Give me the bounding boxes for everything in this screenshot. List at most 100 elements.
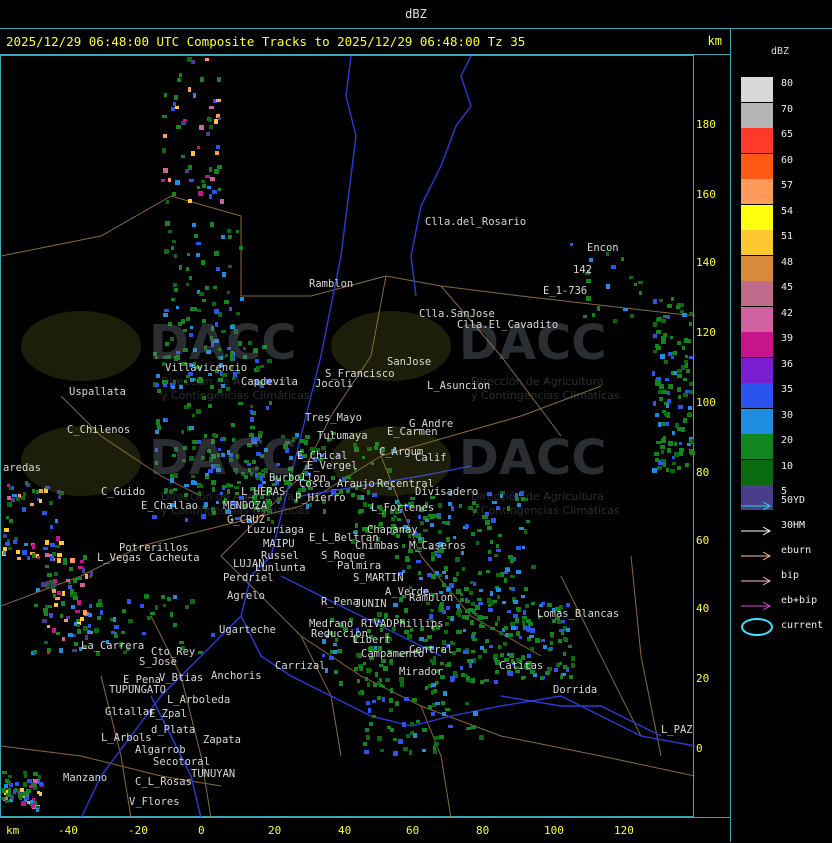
radar-echo bbox=[196, 242, 201, 245]
radar-echo bbox=[478, 615, 483, 620]
radar-echo bbox=[30, 800, 33, 804]
radar-echo bbox=[667, 391, 670, 395]
x-tick-label: 0 bbox=[198, 824, 205, 837]
radar-echo bbox=[53, 594, 56, 598]
radar-echo bbox=[96, 603, 101, 607]
radar-echo bbox=[505, 568, 510, 572]
radar-echo bbox=[680, 310, 684, 313]
radar-echo bbox=[173, 283, 177, 287]
radar-echo bbox=[163, 168, 168, 173]
radar-echo bbox=[74, 622, 77, 626]
radar-echo bbox=[209, 106, 214, 109]
place-label: Manzano bbox=[63, 772, 108, 784]
dbz-swatch bbox=[741, 332, 773, 357]
x-tick-label: 80 bbox=[476, 824, 490, 837]
radar-echo bbox=[337, 649, 342, 653]
radar-echo bbox=[661, 340, 666, 344]
radar-echo bbox=[666, 422, 669, 426]
place-label: Calif bbox=[415, 452, 447, 464]
radar-echo bbox=[88, 613, 92, 617]
radar-echo bbox=[122, 609, 126, 613]
radar-echo bbox=[652, 468, 657, 473]
radar-echo bbox=[478, 655, 482, 659]
radar-echo bbox=[214, 169, 219, 174]
dbz-swatch bbox=[741, 102, 773, 128]
radar-echo bbox=[45, 540, 49, 545]
radar-echo bbox=[413, 733, 417, 738]
radar-echo bbox=[172, 192, 176, 196]
radar-echo bbox=[656, 330, 661, 334]
radar-echo bbox=[179, 265, 182, 270]
radar-echo bbox=[494, 680, 498, 684]
radar-echo bbox=[25, 796, 29, 800]
radar-echo bbox=[61, 601, 65, 606]
radar-echo bbox=[387, 726, 391, 729]
radar-echo bbox=[508, 633, 513, 637]
radar-echo bbox=[689, 322, 692, 326]
dacc-logo-icon bbox=[21, 311, 141, 381]
radar-echo bbox=[208, 118, 212, 122]
radar-echo bbox=[194, 234, 198, 238]
radar-echo bbox=[38, 775, 41, 779]
radar-echo bbox=[205, 58, 209, 61]
radar-echo bbox=[171, 298, 175, 301]
dbz-swatch bbox=[741, 153, 773, 179]
radar-echo bbox=[566, 628, 570, 632]
radar-echo bbox=[471, 650, 475, 653]
radar-echo bbox=[667, 448, 671, 453]
radar-echo bbox=[664, 412, 668, 416]
radar-echo bbox=[26, 789, 31, 793]
radar-echo bbox=[83, 626, 88, 631]
radar-echo bbox=[71, 605, 75, 609]
radar-echo bbox=[494, 554, 498, 557]
radar-map[interactable]: DACC Dirección de Agricultura y Contingenc… bbox=[0, 55, 695, 818]
radar-echo bbox=[56, 536, 60, 541]
radar-echo bbox=[41, 582, 46, 587]
radar-echo bbox=[672, 462, 676, 465]
radar-echo bbox=[29, 785, 34, 788]
radar-echo bbox=[186, 283, 189, 286]
radar-echo bbox=[502, 601, 506, 604]
radar-echo bbox=[177, 78, 181, 82]
radar-echo bbox=[655, 458, 659, 462]
place-label: Tres_Mayo bbox=[305, 412, 362, 424]
radar-echo bbox=[210, 177, 215, 181]
place-label: M_Caseros bbox=[409, 540, 466, 552]
place-label: C_L_Rosas bbox=[135, 776, 192, 788]
radar-echo bbox=[31, 804, 35, 808]
radar-echo bbox=[213, 286, 217, 289]
radar-echo bbox=[202, 299, 206, 302]
radar-echo bbox=[430, 659, 435, 663]
radar-echo bbox=[611, 265, 616, 269]
y-tick-label: 180 bbox=[696, 118, 716, 131]
radar-echo bbox=[606, 284, 610, 289]
radar-echo bbox=[11, 498, 15, 502]
radar-echo bbox=[393, 603, 398, 607]
radar-echo bbox=[559, 662, 562, 665]
radar-echo bbox=[322, 654, 325, 657]
radar-echo bbox=[513, 600, 518, 604]
radar-echo bbox=[460, 598, 464, 602]
place-label: L_Fortenes bbox=[371, 502, 435, 514]
radar-echo bbox=[382, 685, 385, 688]
radar-echo bbox=[77, 577, 82, 580]
radar-echo bbox=[173, 595, 177, 599]
radar-echo bbox=[461, 673, 465, 677]
dbz-label: 10 bbox=[781, 460, 794, 472]
radar-echo bbox=[503, 642, 507, 646]
radar-echo bbox=[83, 610, 87, 615]
radar-echo bbox=[460, 666, 463, 670]
radar-echo bbox=[80, 583, 85, 587]
radar-echo bbox=[444, 630, 448, 634]
radar-echo bbox=[389, 708, 393, 712]
dbz-swatch bbox=[741, 230, 773, 255]
place-label: SanJose bbox=[387, 356, 432, 368]
radar-echo bbox=[530, 647, 534, 651]
radar-echo bbox=[484, 679, 489, 682]
radar-echo bbox=[59, 648, 63, 653]
place-label: Ramblon bbox=[409, 592, 454, 604]
radar-echo bbox=[683, 418, 687, 423]
radar-echo bbox=[683, 378, 687, 381]
radar-echo bbox=[52, 628, 56, 633]
radar-echo bbox=[465, 615, 469, 620]
